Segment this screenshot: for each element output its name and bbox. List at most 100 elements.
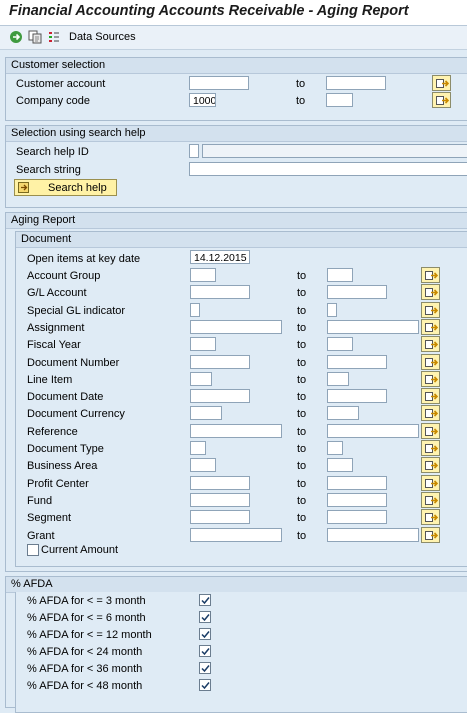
search-help-button[interactable]: Search help [14,179,117,196]
document-date-to-label: to [297,391,307,404]
grant-multiple-selection-button[interactable] [421,526,440,543]
afda-option-checkbox[interactable] [199,645,211,657]
search-string-label: Search string [16,164,81,176]
checkmark-icon [201,631,210,639]
customer-account-from-input[interactable] [189,76,249,90]
fiscal-year-multiple-selection-button[interactable] [421,336,440,353]
document-type-multiple-selection-button[interactable] [421,440,440,456]
search-help-id-input[interactable] [189,144,199,158]
afda-option-checkbox[interactable] [199,679,211,691]
reference-to-label: to [297,425,307,438]
assignment-multiple-selection-button[interactable] [421,318,440,335]
business-area-to-input[interactable] [327,458,353,473]
document-type-from-input[interactable] [190,441,206,455]
reference-multiple-selection-button[interactable] [421,422,440,439]
company-code-from-input[interactable]: 1000 [189,93,216,107]
profit-center-to-input[interactable] [327,475,387,490]
grant-to-label: to [297,529,307,542]
account-group-to-input[interactable] [327,268,353,282]
afda-header: % AFDA [6,577,467,593]
special-gl-indicator-to-input[interactable] [327,302,337,317]
search-help-header: Selection using search help [6,126,467,142]
multiple-selection-icon [425,426,438,436]
document-date-from-input[interactable] [190,389,250,404]
document-currency-from-input[interactable] [190,406,222,421]
execute-icon[interactable] [9,30,23,44]
fiscal-year-to-input[interactable] [327,337,353,352]
document-number-from-input[interactable] [190,354,250,369]
customer-account-to-label: to [296,78,306,90]
afda-option-checkbox[interactable] [199,594,211,606]
multiple-selection-icon [425,513,438,523]
open-items-key-date-input[interactable]: 14.12.2015 [190,250,250,264]
customer-account-multiple-selection-button[interactable] [432,75,451,91]
checkmark-icon [201,648,210,656]
checkmark-icon [201,614,210,622]
multiple-selection-icon [425,305,438,315]
grant-to-input[interactable] [327,527,419,542]
document-currency-to-input[interactable] [327,406,359,421]
profit-center-label: Profit Center [27,477,89,490]
document-date-to-input[interactable] [327,389,387,404]
profit-center-from-input[interactable] [190,475,250,490]
variant-icon[interactable] [28,30,42,44]
company-code-multiple-selection-button[interactable] [432,92,451,108]
reference-label: Reference [27,425,78,438]
document-title: Document [21,233,72,245]
data-sources-button[interactable]: Data Sources [69,31,136,43]
fund-from-input[interactable] [190,492,250,507]
special-gl-indicator-multiple-selection-button[interactable] [421,301,440,318]
account-group-from-input[interactable] [190,268,216,282]
reference-from-input[interactable] [190,423,282,438]
multiple-selection-icon [425,340,438,350]
g-l-account-from-input[interactable] [190,285,250,300]
company-code-to-input[interactable] [326,93,353,107]
customer-account-to-input[interactable] [326,76,386,90]
document-currency-multiple-selection-button[interactable] [421,405,440,422]
business-area-to-label: to [297,460,307,473]
fund-multiple-selection-button[interactable] [421,491,440,508]
customer-selection-header: Customer selection [6,58,467,74]
g-l-account-to-input[interactable] [327,285,387,300]
document-header: Document [16,232,467,248]
segment-multiple-selection-button[interactable] [421,509,440,526]
line-item-to-label: to [297,373,307,386]
assignment-from-input[interactable] [190,319,282,334]
segment-from-input[interactable] [190,510,250,525]
line-item-multiple-selection-button[interactable] [421,370,440,387]
document-number-to-input[interactable] [327,354,387,369]
document-type-to-label: to [297,443,307,455]
search-help-id-label: Search help ID [16,146,89,158]
aging-report-group: Aging Report Document Open items at key … [5,212,467,572]
afda-title: % AFDA [11,578,53,590]
page-title: Financial Accounting Accounts Receivable… [9,3,409,19]
fiscal-year-from-input[interactable] [190,337,216,352]
assignment-to-input[interactable] [327,319,419,334]
special-gl-indicator-from-input[interactable] [190,302,200,317]
segment-label: Segment [27,512,72,525]
reference-to-input[interactable] [327,423,419,438]
document-date-multiple-selection-button[interactable] [421,388,440,405]
search-string-input[interactable] [189,162,467,176]
business-area-multiple-selection-button[interactable] [421,457,440,474]
fund-to-input[interactable] [327,492,387,507]
line-item-from-input[interactable] [190,371,212,386]
afda-option-checkbox[interactable] [199,611,211,623]
grant-from-input[interactable] [190,527,282,542]
selection-options-icon[interactable] [47,30,61,44]
search-help-id-description-field [202,144,467,158]
document-number-multiple-selection-button[interactable] [421,353,440,370]
account-group-multiple-selection-button[interactable] [421,267,440,283]
g-l-account-multiple-selection-button[interactable] [421,284,440,301]
document-type-to-input[interactable] [327,441,343,455]
multiple-selection-icon [425,271,438,280]
business-area-from-input[interactable] [190,458,216,473]
afda-option-checkbox[interactable] [199,628,211,640]
profit-center-multiple-selection-button[interactable] [421,474,440,491]
line-item-to-input[interactable] [327,371,349,386]
open-items-key-date-label: Open items at key date [27,253,141,265]
search-help-title: Selection using search help [11,127,146,139]
current-amount-checkbox[interactable] [27,544,39,556]
segment-to-input[interactable] [327,510,387,525]
afda-option-checkbox[interactable] [199,662,211,674]
